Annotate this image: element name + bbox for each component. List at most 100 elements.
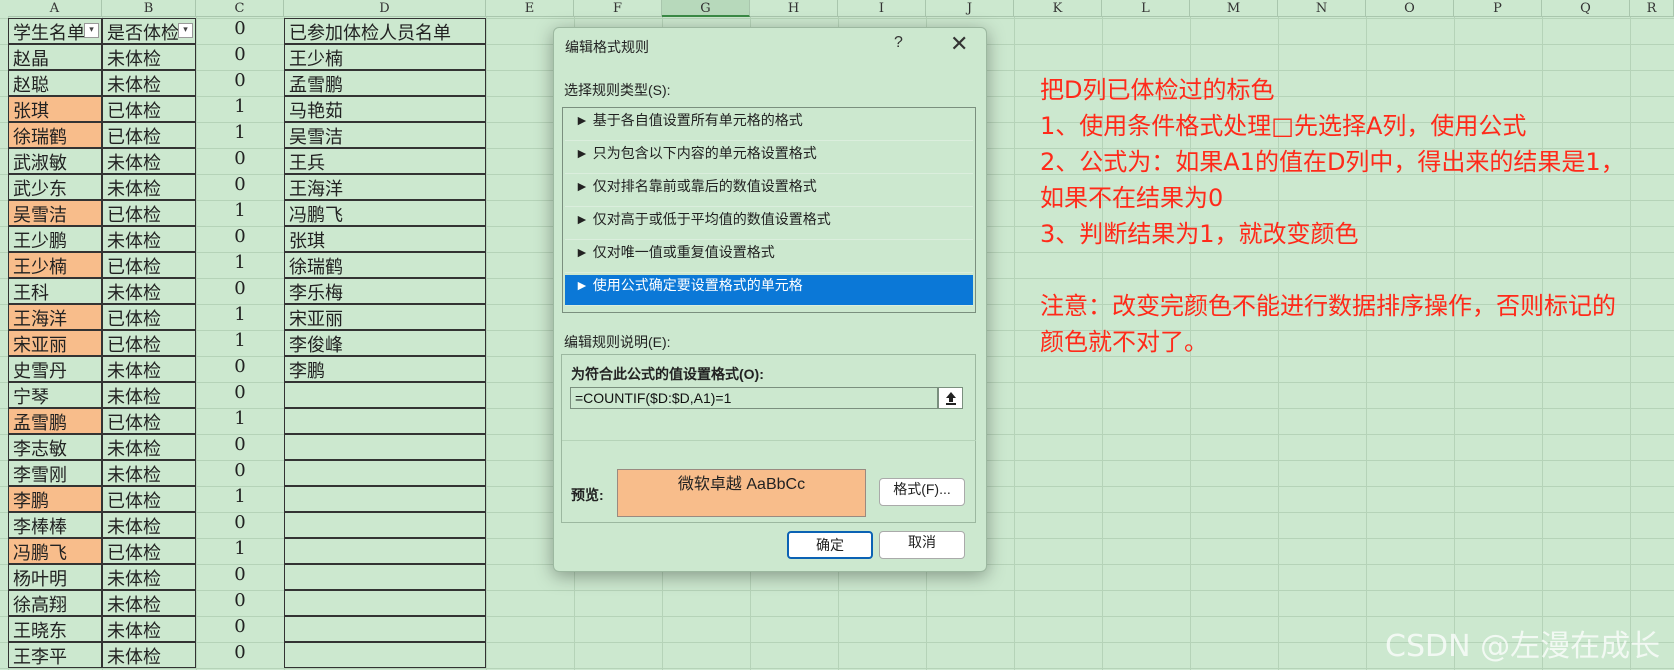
cell-c[interactable]: 1 xyxy=(196,122,284,148)
cell-b[interactable]: 已体检 xyxy=(102,304,196,330)
cell-b[interactable]: 已体检 xyxy=(102,486,196,512)
cell-c[interactable]: 1 xyxy=(196,538,284,564)
cell-c[interactable]: 1 xyxy=(196,200,284,226)
cell-a[interactable]: 宋亚丽 xyxy=(8,330,102,356)
cell-d[interactable]: 李鹏 xyxy=(284,356,486,382)
cell-a[interactable]: 王少楠 xyxy=(8,252,102,278)
cell-a[interactable]: 王晓东 xyxy=(8,616,102,642)
cell-c[interactable]: 0 xyxy=(196,226,284,252)
rule-type-item[interactable]: ► 仅对高于或低于平均值的数值设置格式 xyxy=(565,209,973,240)
cell-a[interactable]: 冯鹏飞 xyxy=(8,538,102,564)
cell-d[interactable]: 冯鹏飞 xyxy=(284,200,486,226)
format-button[interactable]: 格式(F)... xyxy=(879,478,965,506)
column-header-d[interactable]: D xyxy=(284,0,486,17)
cell-c[interactable]: 0 xyxy=(196,434,284,460)
cell-b[interactable]: 已体检 xyxy=(102,96,196,122)
rule-type-item[interactable]: ► 仅对排名靠前或靠后的数值设置格式 xyxy=(565,176,973,207)
cell-b[interactable]: 未体检 xyxy=(102,44,196,70)
rule-type-list[interactable]: ► 基于各自值设置所有单元格的格式 ► 只为包含以下内容的单元格设置格式 ► 仅对排… xyxy=(562,107,976,313)
column-header-a[interactable]: A xyxy=(8,0,102,17)
cell-b[interactable]: 未体检 xyxy=(102,590,196,616)
cell-b[interactable]: 未体检 xyxy=(102,460,196,486)
cell-a[interactable]: 徐高翔 xyxy=(8,590,102,616)
cell-b[interactable]: 未体检 xyxy=(102,70,196,96)
column-header-g[interactable]: G xyxy=(662,0,750,17)
cell-a[interactable]: 王科 xyxy=(8,278,102,304)
filter-button-a[interactable]: ▾ xyxy=(84,23,99,38)
formula-input[interactable]: =COUNTIF($D:$D,A1)=1 xyxy=(570,387,938,409)
cell-a[interactable]: 孟雪鹏 xyxy=(8,408,102,434)
rule-type-item[interactable]: ► 使用公式确定要设置格式的单元格 xyxy=(565,275,973,306)
column-header-n[interactable]: N xyxy=(1278,0,1366,17)
cell-d[interactable] xyxy=(284,564,486,590)
cell-a[interactable]: 李棒棒 xyxy=(8,512,102,538)
cell-b[interactable]: 已体检 xyxy=(102,200,196,226)
cell-d[interactable]: 宋亚丽 xyxy=(284,304,486,330)
cell-c[interactable]: 0 xyxy=(196,148,284,174)
cell-c[interactable]: 1 xyxy=(196,252,284,278)
header-cell-c[interactable]: 0 xyxy=(196,18,284,44)
cell-d[interactable]: 马艳茹 xyxy=(284,96,486,122)
cell-c[interactable]: 0 xyxy=(196,44,284,70)
column-header-j[interactable]: J xyxy=(926,0,1014,17)
filter-button-b[interactable]: ▾ xyxy=(178,23,193,38)
cell-b[interactable]: 未体检 xyxy=(102,434,196,460)
column-header-f[interactable]: F xyxy=(574,0,662,17)
cell-b[interactable]: 未体检 xyxy=(102,642,196,668)
cell-d[interactable] xyxy=(284,616,486,642)
cell-d[interactable]: 徐瑞鹤 xyxy=(284,252,486,278)
cell-b[interactable]: 未体检 xyxy=(102,174,196,200)
close-icon[interactable]: ✕ xyxy=(950,31,968,57)
cell-c[interactable]: 0 xyxy=(196,512,284,538)
cell-c[interactable]: 0 xyxy=(196,70,284,96)
cell-a[interactable]: 李雪刚 xyxy=(8,460,102,486)
cell-c[interactable]: 1 xyxy=(196,408,284,434)
cell-d[interactable] xyxy=(284,642,486,668)
cell-a[interactable]: 宁琴 xyxy=(8,382,102,408)
cell-b[interactable]: 未体检 xyxy=(102,226,196,252)
cell-c[interactable]: 1 xyxy=(196,96,284,122)
cell-d[interactable]: 王少楠 xyxy=(284,44,486,70)
cell-c[interactable]: 0 xyxy=(196,174,284,200)
cell-d[interactable]: 王海洋 xyxy=(284,174,486,200)
cell-d[interactable] xyxy=(284,486,486,512)
cell-b[interactable]: 已体检 xyxy=(102,408,196,434)
cell-a[interactable]: 吴雪洁 xyxy=(8,200,102,226)
cell-c[interactable]: 0 xyxy=(196,460,284,486)
column-header-i[interactable]: I xyxy=(838,0,926,17)
cell-b[interactable]: 已体检 xyxy=(102,538,196,564)
cell-c[interactable]: 0 xyxy=(196,564,284,590)
cell-d[interactable]: 吴雪洁 xyxy=(284,122,486,148)
column-header-q[interactable]: Q xyxy=(1542,0,1630,17)
rule-type-item[interactable]: ► 仅对唯一值或重复值设置格式 xyxy=(565,242,973,273)
cell-d[interactable] xyxy=(284,408,486,434)
cell-a[interactable]: 杨叶明 xyxy=(8,564,102,590)
cell-a[interactable]: 武淑敏 xyxy=(8,148,102,174)
cell-b[interactable]: 未体检 xyxy=(102,616,196,642)
column-header-m[interactable]: M xyxy=(1190,0,1278,17)
cell-d[interactable] xyxy=(284,460,486,486)
cell-b[interactable]: 未体检 xyxy=(102,356,196,382)
cell-b[interactable]: 已体检 xyxy=(102,330,196,356)
cell-d[interactable]: 李俊峰 xyxy=(284,330,486,356)
cell-a[interactable]: 徐瑞鹤 xyxy=(8,122,102,148)
rule-type-item[interactable]: ► 只为包含以下内容的单元格设置格式 xyxy=(565,143,973,174)
rule-type-item[interactable]: ► 基于各自值设置所有单元格的格式 xyxy=(565,110,973,141)
cell-c[interactable]: 0 xyxy=(196,616,284,642)
column-header-h[interactable]: H xyxy=(750,0,838,17)
cell-c[interactable]: 1 xyxy=(196,304,284,330)
cell-d[interactable] xyxy=(284,382,486,408)
column-header-c[interactable]: C xyxy=(196,0,284,17)
cell-c[interactable]: 0 xyxy=(196,590,284,616)
cell-b[interactable]: 未体检 xyxy=(102,512,196,538)
cell-a[interactable]: 赵聪 xyxy=(8,70,102,96)
column-header-k[interactable]: K xyxy=(1014,0,1102,17)
help-button[interactable]: ? xyxy=(894,34,903,52)
cell-d[interactable]: 王兵 xyxy=(284,148,486,174)
cell-a[interactable]: 史雪丹 xyxy=(8,356,102,382)
header-cell-d[interactable]: 已参加体检人员名单 xyxy=(284,18,486,44)
column-header-r[interactable]: R xyxy=(1630,0,1674,17)
collapse-dialog-button[interactable] xyxy=(938,387,963,409)
cell-a[interactable]: 李志敏 xyxy=(8,434,102,460)
cell-d[interactable] xyxy=(284,590,486,616)
